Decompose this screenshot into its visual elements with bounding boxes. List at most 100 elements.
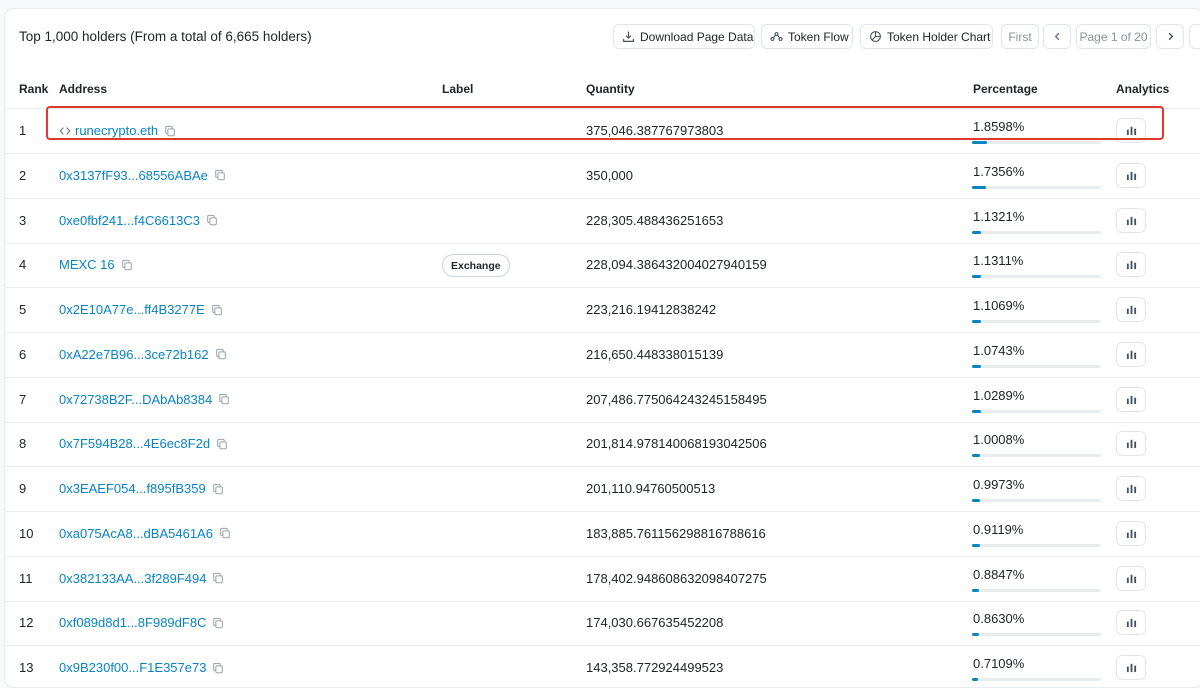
- percentage-cell: 0.8847%: [973, 566, 1025, 582]
- analytics-button[interactable]: [1116, 386, 1146, 412]
- copy-icon[interactable]: [206, 214, 218, 226]
- copy-icon[interactable]: [212, 617, 224, 629]
- address-link[interactable]: 0xa075AcA8...dBA5461A6: [59, 526, 213, 541]
- token-flow-button[interactable]: Token Flow: [761, 24, 853, 49]
- copy-icon[interactable]: [219, 527, 231, 539]
- copy-icon[interactable]: [216, 438, 228, 450]
- rank-cell: 1: [19, 123, 27, 138]
- analytics-chart-icon: [1126, 440, 1136, 449]
- copy-icon[interactable]: [164, 125, 176, 137]
- percentage-bar-fill: [972, 409, 981, 413]
- copy-icon[interactable]: [212, 483, 224, 495]
- label-badge[interactable]: Exchange: [442, 254, 510, 278]
- last-page-button[interactable]: [1189, 24, 1200, 49]
- address-link[interactable]: 0x7F594B28...4E6ec8F2d: [59, 436, 210, 451]
- copy-icon[interactable]: [212, 662, 224, 674]
- percentage-cell: 1.1069%: [973, 298, 1025, 313]
- analytics-chart-icon: [1126, 484, 1136, 494]
- address-link[interactable]: runecrypto.eth: [75, 123, 158, 138]
- percentage-cell: 0.8630%: [973, 611, 1025, 627]
- percentage-bar-fill: [972, 275, 981, 279]
- address-link[interactable]: 0xf089d8d1...8F989dF8C: [59, 615, 206, 630]
- analytics-button[interactable]: [1116, 655, 1146, 680]
- token-holder-chart-button[interactable]: Token Holder Chart: [860, 24, 993, 49]
- previous-page-button[interactable]: [1043, 24, 1071, 49]
- analytics-chart-icon: [1126, 216, 1136, 225]
- copy-icon[interactable]: [218, 393, 230, 405]
- quantity-cell: 178,402.948608632098407275: [586, 570, 767, 586]
- column-header-percentage: Percentage: [973, 82, 1038, 96]
- table-row: 6 0xA22e7B96...3ce72b162 216,650.448338015…: [5, 333, 1200, 378]
- address-cell: MEXC 16: [59, 257, 133, 272]
- address-cell: 0x3137fF93...68556ABAe: [59, 168, 226, 183]
- table-row: 2 0x3137fF93...68556ABAe 350,000 1.7356%: [5, 154, 1200, 199]
- analytics-button[interactable]: [1116, 252, 1146, 278]
- analytics-button[interactable]: [1116, 476, 1146, 501]
- copy-icon[interactable]: [212, 572, 224, 584]
- rank-cell: 4: [19, 257, 27, 273]
- analytics-button[interactable]: [1116, 162, 1146, 188]
- copy-icon[interactable]: [121, 259, 133, 271]
- holders-toolbar: Top 1,000 holders (From a total of 6,665…: [5, 9, 1200, 65]
- analytics-button[interactable]: [1116, 520, 1146, 546]
- rank-cell: 12: [19, 615, 34, 631]
- address-cell: 0xe0fbf241...f4C6613C3: [59, 213, 218, 228]
- analytics-button[interactable]: [1116, 207, 1146, 233]
- rank-cell: 2: [19, 167, 27, 183]
- copy-icon[interactable]: [215, 348, 227, 360]
- copy-icon[interactable]: [214, 169, 226, 181]
- first-page-button[interactable]: First: [1001, 24, 1039, 49]
- copy-icon[interactable]: [211, 304, 223, 316]
- address-link[interactable]: 0xA22e7B96...3ce72b162: [59, 347, 209, 362]
- table-row: 11 0x382133AA...3f289F494 178,402.94860863…: [5, 557, 1200, 602]
- quantity-cell: 228,305.488436251653: [586, 212, 724, 228]
- percentage-cell: 1.0289%: [973, 387, 1025, 403]
- analytics-button[interactable]: [1116, 341, 1146, 367]
- percentage-bar-fill: [972, 454, 980, 458]
- percentage-bar: [972, 633, 1101, 637]
- analytics-button[interactable]: [1116, 118, 1146, 143]
- address-link[interactable]: MEXC 16: [59, 257, 115, 272]
- address-link[interactable]: 0x3EAEF054...f895fB359: [59, 481, 206, 496]
- holders-card: Top 1,000 holders (From a total of 6,665…: [4, 8, 1200, 688]
- analytics-button[interactable]: [1116, 565, 1146, 591]
- analytics-chart-icon: [1126, 663, 1136, 673]
- column-header-analytics: Analytics: [1116, 82, 1170, 96]
- analytics-chart-icon: [1126, 305, 1136, 315]
- analytics-button[interactable]: [1116, 431, 1146, 457]
- first-page-label: First: [1008, 29, 1032, 44]
- percentage-cell: 1.7356%: [973, 163, 1025, 179]
- percentage-bar-fill: [972, 588, 979, 592]
- token-flow-label: Token Flow: [788, 29, 849, 44]
- address-cell: 0xA22e7B96...3ce72b162: [59, 347, 227, 362]
- percentage-cell: 0.9119%: [973, 521, 1024, 537]
- address-link[interactable]: 0xe0fbf241...f4C6613C3: [59, 213, 200, 228]
- analytics-chart-icon: [1126, 574, 1136, 583]
- address-link[interactable]: 0x2E10A77e...ff4B3277E: [59, 302, 205, 317]
- download-page-data-button[interactable]: Download Page Data: [613, 24, 755, 49]
- column-header-quantity: Quantity: [586, 82, 635, 96]
- rank-cell: 8: [19, 436, 27, 452]
- table-row: 3 0xe0fbf241...f4C6613C3 228,305.488436251…: [5, 199, 1200, 244]
- next-page-button[interactable]: [1156, 24, 1184, 49]
- percentage-bar-fill: [972, 185, 986, 189]
- address-link[interactable]: 0x382133AA...3f289F494: [59, 571, 206, 586]
- analytics-button[interactable]: [1116, 297, 1146, 322]
- quantity-cell: 228,094.386432004027940159: [586, 257, 767, 273]
- top-strip: [0, 0, 1200, 6]
- percentage-bar: [972, 230, 1101, 234]
- page-indicator-label: Page 1 of 20: [1079, 29, 1148, 44]
- analytics-button[interactable]: [1116, 610, 1146, 636]
- rank-cell: 5: [19, 302, 27, 317]
- address-link[interactable]: 0x3137fF93...68556ABAe: [59, 168, 208, 183]
- percentage-cell: 0.7109%: [973, 656, 1025, 671]
- quantity-cell: 223,216.19412838242: [586, 302, 717, 317]
- contract-code-icon: [59, 126, 71, 135]
- address-link[interactable]: 0x72738B2F...DAbAb8384: [59, 392, 212, 407]
- percentage-bar: [972, 543, 1101, 547]
- column-header-rank: Rank: [19, 82, 49, 96]
- rank-cell: 9: [19, 481, 27, 496]
- table-row: 12 0xf089d8d1...8F989dF8C 174,030.66763545…: [5, 601, 1200, 647]
- address-cell: 0x72738B2F...DAbAb8384: [59, 392, 230, 407]
- quantity-cell: 216,650.448338015139: [586, 346, 724, 362]
